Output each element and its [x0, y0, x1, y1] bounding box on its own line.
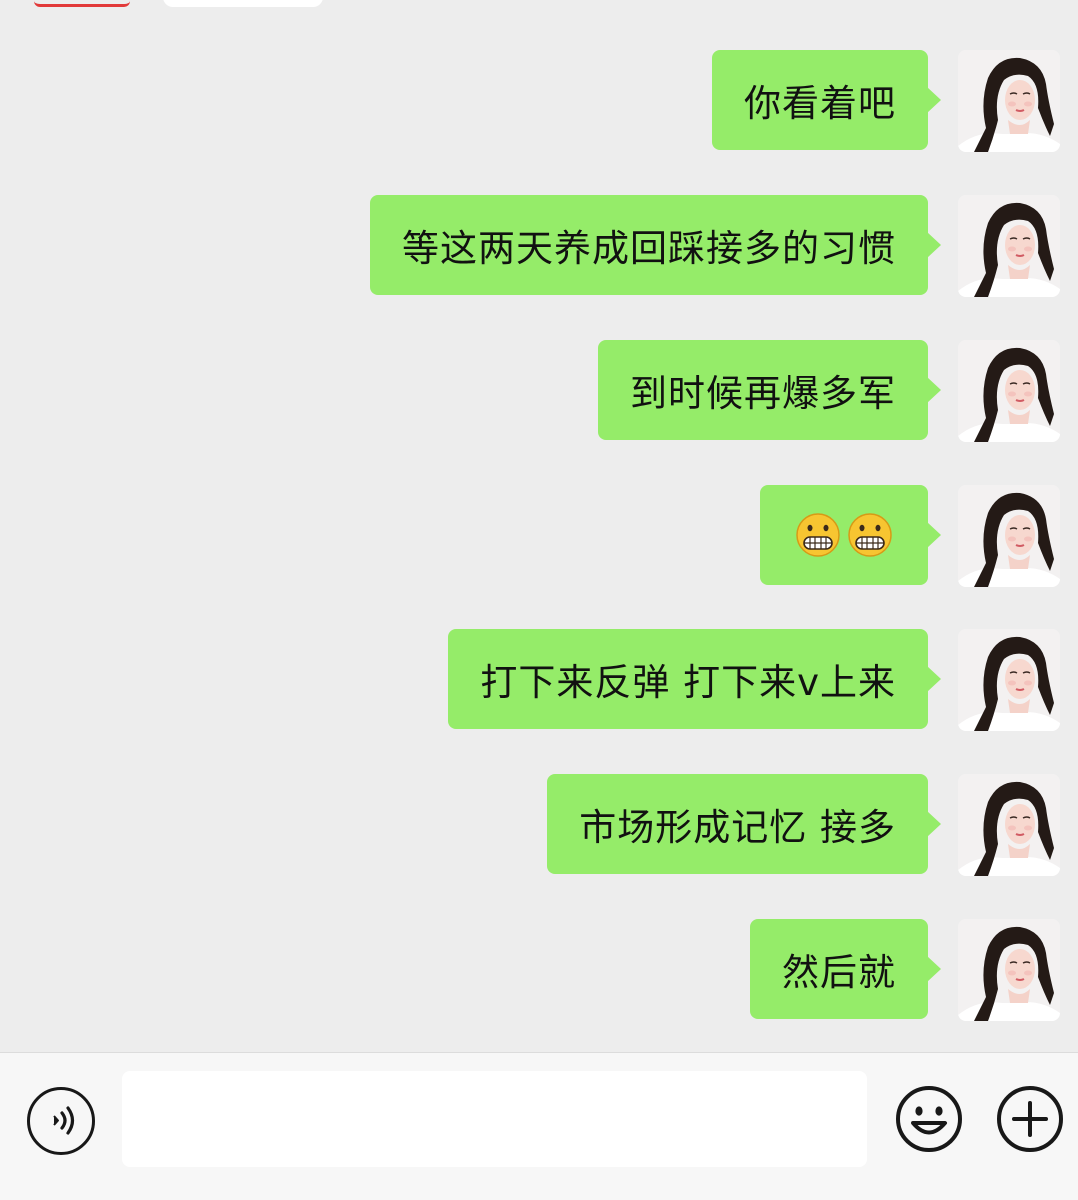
message-input[interactable]: [122, 1071, 867, 1167]
smiley-icon: [896, 1086, 962, 1152]
message-row: 然后就: [750, 919, 1060, 1021]
avatar-image: [958, 340, 1060, 442]
message-text: 到时候再爆多军: [630, 372, 896, 415]
grimacing-face-emoji: [846, 511, 894, 559]
sent-message-bubble[interactable]: 你看着吧: [712, 50, 941, 150]
sent-message-bubble[interactable]: 然后就: [750, 919, 941, 1019]
chat-history[interactable]: 你看着吧 等这两天养成回踩接多的习惯 到时候再爆多军 打下来反弹 打下来v上来 …: [0, 0, 1078, 1052]
message-text: 市场形成记忆 接多: [579, 806, 896, 849]
avatar[interactable]: [958, 485, 1060, 587]
sent-message-bubble[interactable]: 打下来反弹 打下来v上来: [448, 629, 941, 729]
message-text: 打下来反弹 打下来v上来: [480, 661, 896, 704]
sent-message-bubble[interactable]: 到时候再爆多军: [598, 340, 941, 440]
sent-message-bubble[interactable]: 等这两天养成回踩接多的习惯: [370, 195, 941, 295]
sent-emoji-bubble[interactable]: [760, 485, 941, 585]
emoji-button[interactable]: [894, 1084, 964, 1154]
message-row: 市场形成记忆 接多: [547, 774, 1060, 876]
grimacing-face-emoji: [794, 511, 842, 559]
message-text: 然后就: [782, 951, 896, 994]
message-row: [760, 485, 1060, 587]
voice-icon: [53, 1106, 75, 1135]
plus-icon: [997, 1086, 1063, 1152]
avatar-image: [958, 774, 1060, 876]
avatar[interactable]: [958, 195, 1060, 297]
avatar[interactable]: [958, 50, 1060, 152]
avatar[interactable]: [958, 919, 1060, 1021]
message-row: 打下来反弹 打下来v上来: [448, 629, 1060, 731]
avatar-image: [958, 485, 1060, 587]
avatar-image: [958, 50, 1060, 152]
message-text: 等这两天养成回踩接多的习惯: [402, 227, 896, 270]
message-row: 等这两天养成回踩接多的习惯: [370, 195, 1060, 297]
sent-message-bubble[interactable]: 市场形成记忆 接多: [547, 774, 941, 874]
avatar[interactable]: [958, 629, 1060, 731]
avatar-image: [958, 919, 1060, 1021]
voice-input-button[interactable]: [27, 1087, 95, 1155]
message-row: 你看着吧: [712, 50, 1060, 152]
message-text: 你看着吧: [744, 82, 896, 125]
avatar-image: [958, 629, 1060, 731]
more-functions-button[interactable]: [995, 1084, 1065, 1154]
message-row: 到时候再爆多军: [598, 340, 1060, 442]
avatar[interactable]: [958, 774, 1060, 876]
avatar-image: [958, 195, 1060, 297]
avatar[interactable]: [958, 340, 1060, 442]
input-bar: [0, 1052, 1078, 1200]
